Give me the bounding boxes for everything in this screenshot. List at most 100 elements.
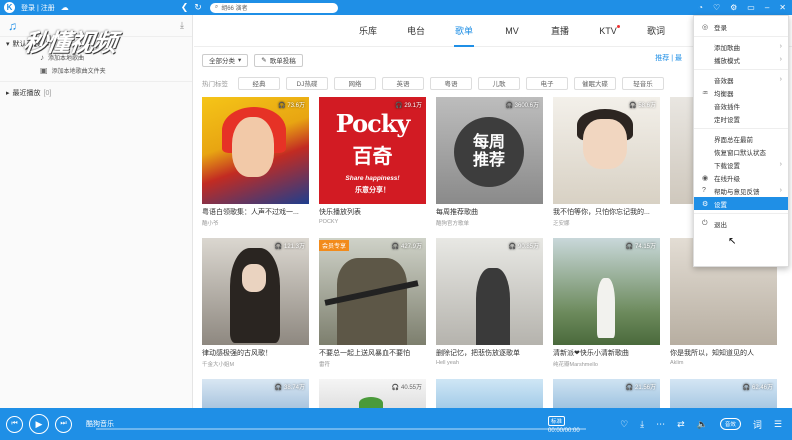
menu-item-download-settings[interactable]: 下载设置 › (694, 158, 788, 171)
playlist-card[interactable]: 🎧 74.15万 清新派❤快乐小清新歌曲 纯花瓣Marshmello (553, 238, 660, 379)
menu-item-exit[interactable]: ⏻ 退出 (694, 217, 788, 230)
playlist-card[interactable]: 🎧 58.6万 我不怕等你，只怕你忘记我的... 乏安娜 (553, 97, 660, 238)
playlist-card[interactable]: 🎧 90.85万 删除记忆，把悲伤放逐歌单 Hell yeah (436, 238, 543, 379)
playlist-card[interactable]: Pocky 百奇 Share happiness! 乐意分享！ 🎧 29.1万 … (319, 97, 426, 238)
menu-item-restore-window[interactable]: 恢复窗口默认状态 (694, 145, 788, 158)
menu-item-online-update[interactable]: ◉ 在线升级 (694, 171, 788, 184)
mini-mode-icon[interactable]: ▭ (747, 3, 755, 12)
add-local-folder[interactable]: ▣ 添加本地歌曲文件夹 (0, 64, 192, 77)
playlist-author[interactable]: POCKY (319, 219, 426, 225)
tab-library[interactable]: 乐库 (344, 15, 392, 47)
menu-item-help-feedback[interactable]: ? 帮助与意见反馈 › (694, 184, 788, 197)
progress-bar[interactable] (96, 428, 586, 430)
playlist-author[interactable]: 纯花瓣Marshmello (553, 360, 660, 368)
skin-icon[interactable]: ◔ (698, 3, 703, 12)
playlist-author[interactable]: Hell yeah (436, 360, 543, 366)
playlist-title[interactable]: 不要总一起上送风暴血不要怕 (319, 348, 426, 358)
playlist-title[interactable]: 粤语白领歌集：人声不过戏一... (202, 207, 309, 217)
playlist-card[interactable]: 🎧 62.46万 (670, 379, 777, 408)
next-icon[interactable]: ⏭ (55, 415, 72, 433)
playlist-cover[interactable]: 🎧 21.56万 (553, 379, 660, 408)
music-note-icon[interactable]: ♫ (8, 19, 17, 33)
all-categories-dropdown[interactable]: 全部分类 ▾ (202, 53, 249, 67)
menu-item-play-mode[interactable]: 播放模式 › (694, 53, 788, 66)
search-input[interactable]: ⌕ 胡66 演者 (209, 2, 338, 13)
vip-icon[interactable]: ♡ (713, 3, 720, 12)
playlist-cover[interactable]: 会员专享 🎧 427.9万 (319, 238, 426, 345)
tag-item[interactable]: 粤语 (430, 76, 472, 90)
menu-item-effect-plugins[interactable]: 音效插件 (694, 99, 788, 112)
tag-item[interactable]: 英语 (382, 76, 424, 90)
playlist-title[interactable]: 我不怕等你，只怕你忘记我的... (553, 207, 660, 217)
tag-item[interactable]: 网络 (334, 76, 376, 90)
tag-item[interactable]: 催眠大碟 (574, 76, 616, 90)
menu-item-sound-effects[interactable]: 音效器 › (694, 73, 788, 86)
tab-mv[interactable]: MV (488, 15, 536, 47)
playlist-card[interactable]: 🎧 40.55万 (319, 379, 426, 408)
volume-icon[interactable]: 🔈 (697, 419, 708, 430)
playlist-card[interactable]: 🎧 73.6万 粤语白领歌集：人声不过戏一... 酷小爷 (202, 97, 309, 238)
tab-ktv[interactable]: KTV (584, 15, 632, 47)
recent-play-section[interactable]: ▸ 最近播放 [0] (0, 86, 192, 100)
tab-lyrics[interactable]: 歌词 (632, 15, 680, 47)
playlist-cover[interactable]: 🎧 62.46万 (670, 379, 777, 408)
playlist-author[interactable]: 乏安娜 (553, 219, 660, 227)
playlist-cover[interactable]: 🎧 74.15万 (553, 238, 660, 345)
playlist-cover[interactable]: 每周推荐 🎧 3600.6万 (436, 97, 543, 204)
loop-icon[interactable]: ⇄ (677, 419, 685, 430)
playlist-title[interactable]: 你是我所以，知知道见的人 (670, 348, 777, 358)
playlist-cover[interactable]: 🎧 40.55万 (319, 379, 426, 408)
play-icon[interactable]: ▶ (29, 414, 49, 434)
download-icon[interactable]: ⤓ (640, 419, 644, 430)
playlist-author[interactable]: 雷符 (319, 360, 426, 368)
playlist-cover[interactable]: 🎧 90.85万 (436, 238, 543, 345)
playlist-title[interactable]: 删除记忆，把悲伤放逐歌单 (436, 348, 543, 358)
close-icon[interactable]: ✕ (779, 3, 786, 12)
quality-badge[interactable]: 标准 (548, 416, 566, 426)
playlist-card[interactable] (436, 379, 543, 408)
playlist-title[interactable]: 快乐播放列表 (319, 207, 426, 217)
playlist-cover[interactable]: 🎧 38.74万 (202, 379, 309, 408)
menu-item-always-on-top[interactable]: 界面总在最前 (694, 132, 788, 145)
playlist-icon[interactable]: ☰ (774, 419, 782, 430)
playlist-author[interactable]: 酷小爷 (202, 219, 309, 227)
tag-item[interactable]: 经典 (238, 76, 280, 90)
menu-item-equalizer[interactable]: ♒ 均衡器 (694, 86, 788, 99)
tab-playlists[interactable]: 歌单 (440, 15, 488, 47)
playlist-author[interactable]: 酷狗官方歌单 (436, 219, 543, 227)
playlist-card[interactable]: 🎧 38.74万 (202, 379, 309, 408)
settings-icon[interactable]: ⚙ (730, 3, 737, 12)
playlist-author[interactable]: Aklim (670, 360, 777, 366)
tab-radio[interactable]: 电台 (392, 15, 440, 47)
sort-links[interactable]: 推荐 | 最 (655, 53, 682, 63)
lyrics-icon[interactable]: 词 (753, 418, 762, 431)
playlist-title[interactable]: 律动感极强的古风歌！ (202, 348, 309, 358)
login-register-link[interactable]: 登录 | 注册 (21, 3, 55, 13)
sound-effect-button[interactable]: 音效 (719, 418, 741, 430)
tag-item[interactable]: 儿歌 (478, 76, 520, 90)
download-icon[interactable]: ⤓ (180, 20, 184, 31)
playlist-card[interactable]: 会员专享 🎧 427.9万 不要总一起上送风暴血不要怕 雷符 (319, 238, 426, 379)
menu-item-add-songs[interactable]: 添加歌曲 › (694, 40, 788, 53)
refresh-icon[interactable]: ↻ (194, 2, 202, 13)
playlist-title[interactable]: 清新派❤快乐小清新歌曲 (553, 348, 660, 358)
menu-item-settings[interactable]: ⚙ 设置 (694, 197, 788, 210)
tag-item[interactable]: 电子 (526, 76, 568, 90)
playlist-cover[interactable]: 🎧 73.6万 (202, 97, 309, 204)
playlist-author[interactable]: 千金大小姐M (202, 360, 309, 368)
cloud-icon[interactable]: ☁ (61, 3, 69, 12)
playlist-title[interactable]: 每周推荐歌曲 (436, 207, 543, 217)
heart-icon[interactable]: ♡ (620, 419, 628, 430)
menu-item-login[interactable]: ◎ 登录 (694, 20, 788, 33)
playlist-cover[interactable]: Pocky 百奇 Share happiness! 乐意分享！ 🎧 29.1万 (319, 97, 426, 204)
menu-item-timer[interactable]: 定时设置 (694, 112, 788, 125)
tag-item[interactable]: 轻音乐 (622, 76, 664, 90)
minimize-icon[interactable]: – (765, 3, 769, 12)
tab-live[interactable]: 直播 (536, 15, 584, 47)
playlist-card[interactable]: 🎧 121.3万 律动感极强的古风歌！ 千金大小姐M (202, 238, 309, 379)
create-playlist-button[interactable]: ✎ 歌单投稿 (254, 53, 303, 67)
playlist-card[interactable]: 🎧 21.56万 (553, 379, 660, 408)
tag-item[interactable]: DJ热碟 (286, 76, 328, 90)
playlist-cover[interactable]: 🎧 121.3万 (202, 238, 309, 345)
playlist-cover[interactable]: 🎧 58.6万 (553, 97, 660, 204)
